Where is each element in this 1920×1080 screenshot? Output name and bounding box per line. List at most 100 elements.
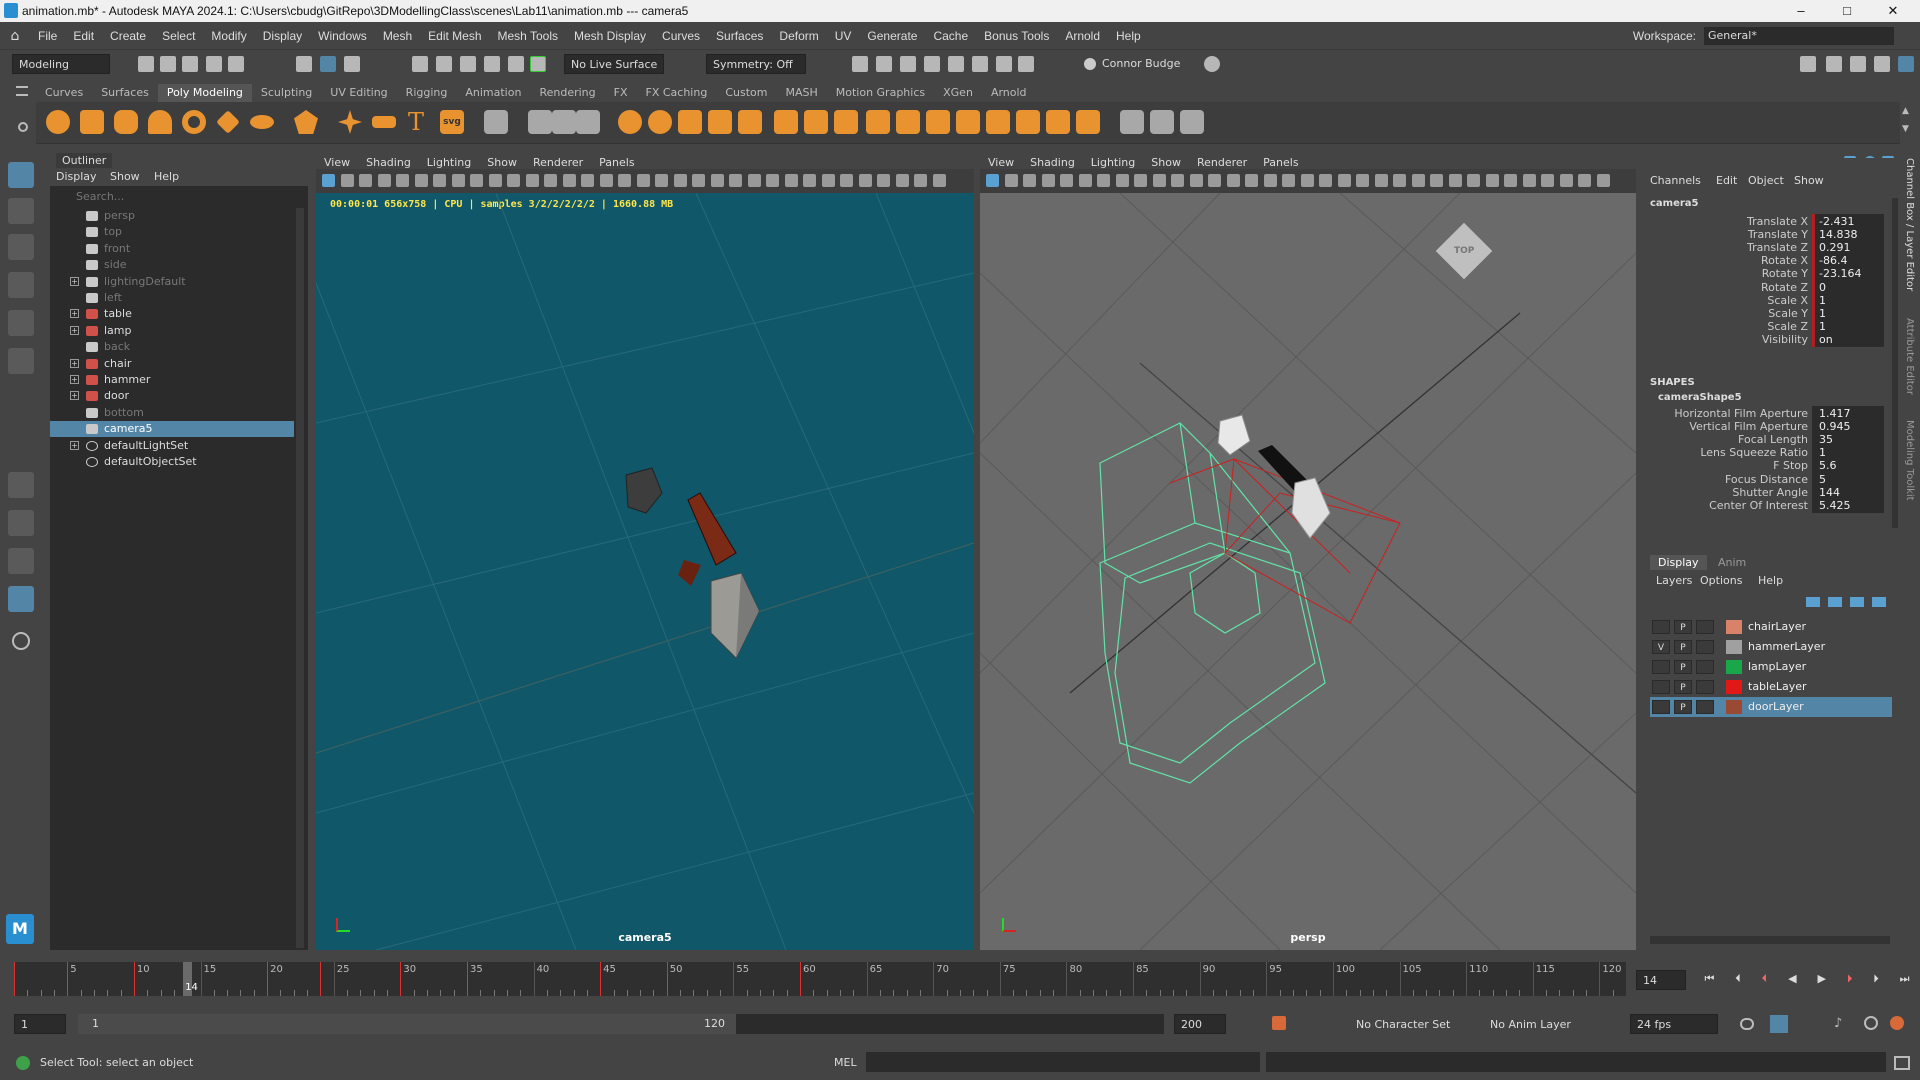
menu-mesh[interactable]: Mesh (375, 29, 420, 43)
panel-toolbar-icon[interactable] (525, 174, 539, 187)
menu-modify[interactable]: Modify (203, 29, 254, 43)
panel-toolbar-icon[interactable] (747, 174, 761, 187)
combine-icon[interactable] (618, 110, 642, 134)
panel-toolbar-icon[interactable] (396, 174, 409, 187)
panel-toolbar-icon[interactable] (1504, 174, 1517, 187)
triangulate-icon[interactable] (986, 110, 1010, 134)
outliner-item-left[interactable]: left (50, 290, 294, 306)
keyframe-marker[interactable] (400, 962, 402, 996)
workspace-dropdown[interactable]: General* (1704, 26, 1894, 45)
scale-tool-icon[interactable] (8, 348, 34, 374)
shelf-tab-arnold[interactable]: Arnold (982, 84, 1036, 102)
menu-curves[interactable]: Curves (654, 29, 708, 43)
tool-settings-toggle-icon[interactable] (1898, 56, 1914, 72)
sidebar-toggle-icon[interactable] (1800, 56, 1816, 72)
viewport-menu-shading[interactable]: Shading (1022, 156, 1083, 169)
attr-label[interactable]: Translate X (1747, 215, 1808, 228)
channel-box-toggle-icon[interactable] (1826, 56, 1842, 72)
paint-select-tool-icon[interactable] (8, 234, 34, 260)
boolean-icon[interactable] (708, 110, 732, 134)
menu-set-dropdown[interactable]: Modeling (12, 54, 110, 74)
outliner-menu-display[interactable]: Display (56, 170, 97, 183)
snap-grid-icon[interactable] (412, 56, 428, 72)
arnold-render-icon[interactable] (972, 56, 988, 72)
menu-cache[interactable]: Cache (925, 29, 976, 43)
keyframe-marker[interactable] (320, 962, 322, 996)
shelf-tab-animation[interactable]: Animation (456, 84, 530, 102)
layer-row-chairlayer[interactable]: PchairLayer (1650, 617, 1892, 637)
panel-toolbar-icon[interactable] (1097, 174, 1110, 187)
outliner-menu-help[interactable]: Help (154, 170, 179, 183)
merge-icon[interactable] (1076, 110, 1100, 134)
attr-label[interactable]: Shutter Angle (1732, 486, 1808, 499)
panel-toolbar-icon[interactable] (1282, 174, 1295, 187)
panel-toolbar-icon[interactable] (1134, 174, 1147, 187)
panel-toolbar-icon[interactable] (377, 174, 391, 187)
layer-visibility-toggle[interactable] (1652, 700, 1670, 714)
outliner-persp-layout-icon[interactable] (8, 586, 34, 612)
layer-visibility-toggle[interactable] (1652, 620, 1670, 634)
extrude-icon[interactable] (774, 110, 798, 134)
new-layer-from-selected-icon[interactable] (1872, 597, 1886, 607)
side-tab-modeling-toolkit[interactable]: Modeling Toolkit (1904, 420, 1915, 501)
poly-sphere-icon[interactable] (46, 110, 70, 134)
undo-icon[interactable] (206, 56, 222, 72)
panel-toolbar-icon[interactable] (1541, 174, 1554, 187)
save-scene-icon[interactable] (182, 56, 198, 72)
attr-label[interactable]: Horizontal Film Aperture (1674, 407, 1808, 420)
shelf-tab-xgen[interactable]: XGen (934, 84, 982, 102)
shelf-tab-mash[interactable]: MASH (776, 84, 826, 102)
animation-end-field[interactable]: 200 (1174, 1014, 1226, 1034)
outliner-item-back[interactable]: back (50, 339, 294, 355)
outliner-tab[interactable]: Outliner (56, 153, 113, 168)
layer-display-type-toggle[interactable] (1696, 620, 1714, 634)
panel-toolbar-icon[interactable] (1448, 174, 1462, 187)
go-to-end-icon[interactable]: ⏭ (1900, 972, 1910, 988)
outliner-item-door[interactable]: + door (50, 388, 294, 404)
panel-toolbar-icon[interactable] (1430, 174, 1443, 187)
channel-box-menu-object[interactable]: Object (1748, 174, 1784, 187)
menu-edit[interactable]: Edit (65, 29, 102, 43)
panel-toolbar-icon[interactable] (359, 174, 372, 187)
layer-display-type-toggle[interactable] (1696, 680, 1714, 694)
outliner-item-defaultlightset[interactable]: + defaultLightSet (50, 438, 294, 454)
menu-uv[interactable]: UV (827, 29, 860, 43)
panel-toolbar-icon[interactable] (1559, 174, 1573, 187)
panel-toolbar-icon[interactable] (1300, 174, 1314, 187)
outliner-item-front[interactable]: front (50, 241, 294, 257)
panel-toolbar-icon[interactable] (599, 174, 613, 187)
panel-toolbar-icon[interactable] (766, 174, 779, 187)
layer-tab-anim[interactable]: Anim (1714, 555, 1750, 570)
viewport-menu-show[interactable]: Show (479, 156, 525, 169)
new-scene-icon[interactable] (138, 56, 154, 72)
panel-toolbar-icon[interactable] (507, 174, 520, 187)
bevel-icon[interactable] (834, 110, 858, 134)
select-component-icon[interactable] (344, 56, 360, 72)
menu-mesh-tools[interactable]: Mesh Tools (490, 29, 566, 43)
poly-cylinder-icon[interactable] (114, 110, 138, 134)
shelf-menu-icon[interactable] (16, 86, 28, 96)
layer-playback-toggle[interactable]: P (1674, 660, 1692, 674)
render-view-icon[interactable] (852, 56, 868, 72)
attr-label[interactable]: Rotate X (1761, 254, 1808, 267)
panel-toolbar-icon[interactable] (692, 174, 705, 187)
layer-row-hammerlayer[interactable]: V PhammerLayer (1650, 637, 1892, 657)
attr-label[interactable]: Rotate Y (1762, 267, 1808, 280)
panel-toolbar-icon[interactable] (1171, 174, 1184, 187)
target-weld-icon[interactable] (866, 110, 890, 134)
snap-point-icon[interactable] (460, 56, 476, 72)
outliner-item-persp[interactable]: persp (50, 208, 294, 224)
separate-icon[interactable] (648, 110, 672, 134)
step-back-key-icon[interactable]: ⏴ (1762, 972, 1768, 988)
playback-range-bar[interactable]: 1 120 (78, 1014, 1164, 1034)
viewport-menu-view[interactable]: View (980, 156, 1022, 169)
panel-toolbar-icon[interactable] (340, 174, 354, 187)
attr-label[interactable]: Scale Z (1767, 320, 1808, 333)
attr-label[interactable]: Rotate Z (1761, 281, 1808, 294)
snap-view-icon[interactable] (484, 56, 500, 72)
outliner-item-hammer[interactable]: + hammer (50, 372, 294, 388)
layer-menu-options[interactable]: Options (1700, 574, 1742, 587)
panel-toolbar-icon[interactable] (1596, 174, 1610, 187)
multi-cut-icon[interactable] (528, 110, 552, 134)
shelf-tab-rendering[interactable]: Rendering (530, 84, 604, 102)
